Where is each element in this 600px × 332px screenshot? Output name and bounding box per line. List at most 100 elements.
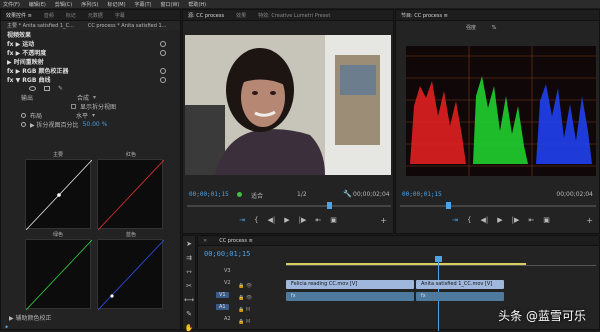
tab-audio[interactable]: 音频 — [44, 12, 54, 19]
audio-clip-anita[interactable]: fx — [416, 292, 504, 301]
effect-motion[interactable]: fx ▶ 运动 — [1, 39, 180, 48]
menu-edit[interactable]: 编辑(E) — [29, 1, 46, 8]
tab-effect-controls[interactable]: 效果控件 ≡ — [6, 12, 32, 19]
monitor-scrubber[interactable] — [187, 202, 391, 209]
export-frame-icon[interactable]: ▣ — [543, 216, 550, 224]
sequence-clip-label[interactable]: CC process * Anita satisfied 1... — [88, 23, 167, 29]
timeline-timecode[interactable]: 00;00;01;15 — [204, 250, 250, 258]
reset-icon[interactable] — [160, 40, 166, 47]
menu-help[interactable]: 帮助(H) — [188, 1, 206, 8]
tab-metadata[interactable]: 元数据 — [88, 12, 103, 19]
stopwatch-icon[interactable] — [21, 113, 26, 118]
menu-sequence[interactable]: 序列(S) — [81, 1, 98, 8]
menu-marker[interactable]: 标记(M) — [107, 1, 125, 8]
selection-tool-icon[interactable]: ➤ — [186, 240, 192, 248]
tab-program[interactable]: 节目: CC process ≡ — [401, 12, 448, 19]
green-curve-graph — [25, 239, 93, 311]
playhead[interactable] — [327, 202, 332, 209]
layout-label: 布局 — [30, 113, 43, 120]
lift-icon[interactable]: ⇤ — [315, 216, 321, 224]
playhead-handle[interactable] — [435, 256, 442, 262]
source-clip-label[interactable]: 主要 * Anita satisfied 1_C... — [7, 22, 74, 29]
effect-rgb-corrector-label: fx ▶ RGB 颜色校正器 — [7, 68, 69, 75]
ripple-edit-tool-icon[interactable]: ⇿ — [186, 268, 192, 276]
reset-icon[interactable] — [160, 67, 166, 74]
split-view-checkbox[interactable] — [71, 104, 76, 109]
marker-icon[interactable] — [237, 192, 242, 197]
tab-source[interactable]: 源: CC process — [188, 12, 224, 19]
tab-captions[interactable]: 字幕 — [115, 12, 125, 19]
step-back-icon[interactable]: ◀| — [480, 216, 488, 224]
tab-effects[interactable]: 效果 — [236, 12, 246, 19]
play-icon[interactable]: ▶ — [284, 216, 289, 224]
secondary-cc-row[interactable]: ▶ 辅助颜色校正 — [3, 313, 52, 322]
chevron-down-icon[interactable]: ▾ — [93, 94, 96, 101]
output-select[interactable]: 合成 — [77, 93, 89, 102]
video-frame — [185, 35, 391, 175]
clip-felicia[interactable]: Felicia reading CC.mov [V] — [286, 280, 414, 289]
quality-select[interactable]: 1/2 — [297, 191, 307, 198]
track-a2[interactable]: A2 — [224, 316, 231, 322]
master-curve[interactable] — [25, 159, 93, 231]
effect-opacity[interactable]: fx ▶ 不透明度 — [1, 48, 180, 57]
step-forward-icon[interactable]: |▶ — [299, 216, 307, 224]
slip-tool-icon[interactable]: ⟷ — [184, 296, 194, 304]
layout-select[interactable]: 水平 — [76, 111, 88, 120]
menu-title[interactable]: 字幕(T) — [135, 1, 152, 8]
mark-in-icon[interactable]: { — [467, 216, 471, 224]
curve-line — [25, 239, 93, 311]
lift-icon[interactable]: ⇤ — [528, 216, 534, 224]
effect-time-remap[interactable]: ▶ 时间重映射 — [1, 57, 180, 66]
effect-rgb-curves[interactable]: fx ▼ RGB 曲线 — [1, 75, 180, 84]
reset-icon[interactable] — [160, 76, 166, 83]
scope-timecode[interactable]: 00;00;01;15 — [402, 191, 442, 198]
tab-markers[interactable]: 标记 — [66, 12, 76, 19]
stopwatch-icon[interactable] — [21, 122, 26, 127]
curve-point[interactable] — [57, 193, 61, 197]
track-a1[interactable]: A1 — [216, 304, 229, 310]
menu-clip[interactable]: 剪辑(C) — [55, 1, 72, 8]
curve-point[interactable] — [110, 294, 114, 298]
track-v3[interactable]: V3 — [224, 268, 231, 274]
ellipse-mask-icon[interactable] — [29, 86, 36, 91]
tab-sequence[interactable]: CC process ≡ — [219, 238, 253, 244]
play-icon[interactable]: ▶ — [497, 216, 502, 224]
pen-tool-icon[interactable]: ✎ — [186, 310, 192, 318]
tab-lumetri[interactable]: 特效: Creative Lumetri Preset — [258, 12, 330, 19]
track-v2[interactable]: V2 — [224, 280, 231, 286]
green-curve[interactable] — [25, 239, 93, 311]
blue-curve[interactable] — [97, 239, 165, 311]
playhead[interactable] — [446, 202, 451, 209]
fit-select[interactable]: 适合 — [251, 191, 263, 200]
monitor-current-time[interactable]: 00;00;01;15 — [189, 191, 229, 198]
effect-rgb-curves-label: fx ▼ RGB 曲线 — [7, 77, 51, 84]
export-frame-icon[interactable]: ▣ — [330, 216, 337, 224]
effect-rgb-color-corrector[interactable]: fx ▶ RGB 颜色校正器 — [1, 66, 180, 75]
wrench-icon[interactable]: 🔧 — [343, 190, 352, 198]
step-forward-icon[interactable]: |▶ — [512, 216, 520, 224]
audio-clip-felicia[interactable]: fx — [286, 292, 414, 301]
add-button[interactable]: + — [380, 216, 387, 225]
insert-icon[interactable]: ⇥ — [239, 216, 245, 224]
menu-window[interactable]: 窗口(W) — [161, 1, 180, 8]
step-back-icon[interactable]: ◀| — [267, 216, 275, 224]
scopes-monitor: 节目: CC process ≡ 强度 % 00;00;01;15 00;00;… — [395, 9, 600, 234]
pen-mask-icon[interactable]: ✎ — [58, 85, 63, 92]
mark-in-icon[interactable]: { — [254, 216, 258, 224]
work-area-bar[interactable] — [286, 263, 526, 265]
close-icon[interactable]: ✕ — [203, 238, 207, 244]
insert-icon[interactable]: ⇥ — [452, 216, 458, 224]
track-select-tool-icon[interactable]: ⇉ — [186, 254, 192, 262]
chevron-down-icon[interactable]: ▾ — [92, 112, 95, 119]
menu-file[interactable]: 文件(F) — [3, 1, 20, 8]
rect-mask-icon[interactable] — [44, 86, 50, 91]
add-button[interactable]: + — [586, 216, 593, 225]
split-percent-value[interactable]: 50.00 % — [83, 121, 108, 128]
clip-anita[interactable]: Anita satisfied 1_CC.mov [V] — [416, 280, 504, 289]
reset-icon[interactable] — [160, 49, 166, 56]
razor-tool-icon[interactable]: ✂ — [186, 282, 192, 290]
hand-tool-icon[interactable]: ✋ — [185, 324, 194, 332]
red-curve[interactable] — [97, 159, 165, 231]
track-v1[interactable]: V1 — [216, 292, 229, 298]
scope-scrubber[interactable] — [400, 202, 596, 209]
